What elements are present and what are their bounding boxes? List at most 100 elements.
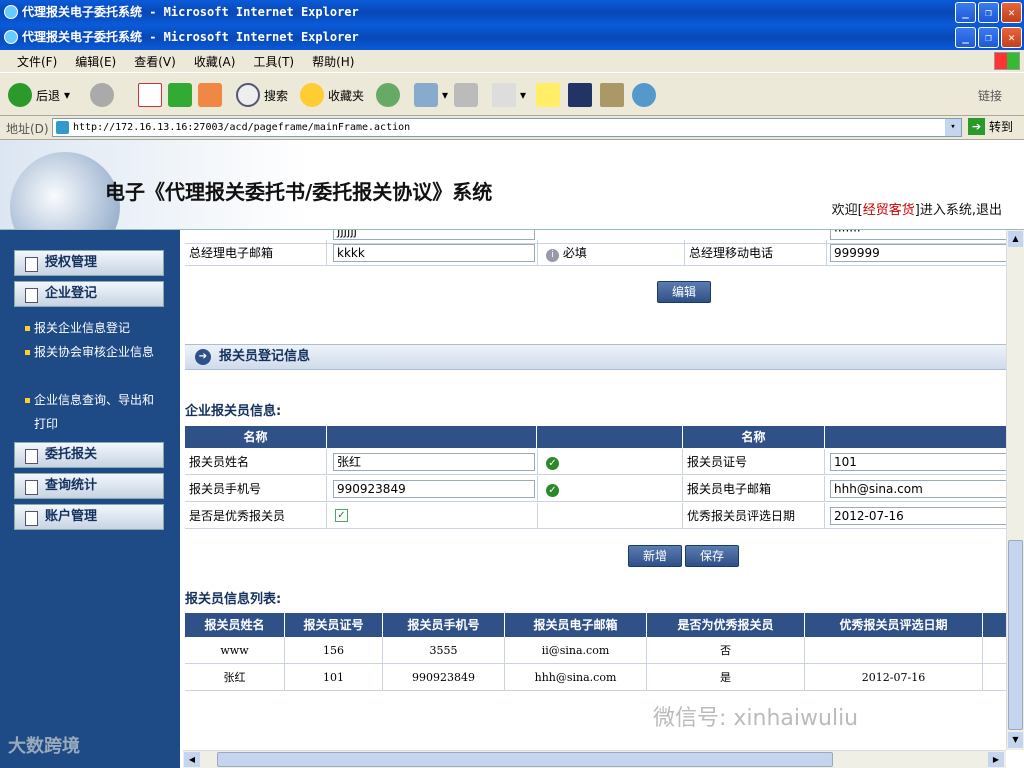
scroll-down-icon[interactable]: ▼ — [1008, 732, 1023, 748]
links-label[interactable]: 链接 — [978, 81, 1002, 109]
broker-cert-label: 报关员证号 — [683, 449, 825, 475]
scroll-right-icon[interactable]: ▶ — [988, 752, 1004, 767]
col-broker-mobile: 报关员手机号 — [383, 613, 505, 637]
menu-favorites[interactable]: 收藏(A) — [185, 53, 245, 70]
edit-page-icon — [492, 83, 516, 107]
restore-button[interactable]: ❐ — [978, 2, 999, 23]
app-header: 电子《代理报关委托书/委托报关协议》系统 欢迎[经贸客货]进入系统,退出 — [0, 140, 1024, 262]
partial-field-2[interactable]: ······· — [830, 230, 1006, 240]
partial-field[interactable]: jjjjjj — [333, 230, 535, 240]
horizontal-scroll-thumb[interactable] — [217, 752, 833, 767]
page-icon — [56, 121, 69, 134]
menu-edit[interactable]: 编辑(E) — [66, 53, 125, 70]
stop-icon — [138, 83, 162, 107]
gm-mobile-field[interactable]: 999999 — [830, 244, 1006, 262]
favorites-star-icon — [300, 83, 324, 107]
restore-button-inner[interactable]: ❐ — [978, 27, 999, 48]
home-button[interactable] — [198, 81, 222, 109]
close-button-inner[interactable]: ✕ — [1001, 27, 1022, 48]
stop-button[interactable] — [138, 81, 162, 109]
search-icon — [236, 83, 260, 107]
menu-view[interactable]: 查看(V) — [125, 53, 185, 70]
menu-file[interactable]: 文件(F) — [8, 53, 66, 70]
excellent-date-field[interactable]: 2012-07-16 — [830, 507, 1006, 525]
broker-name-field[interactable]: 张红 — [333, 453, 535, 471]
excellent-date-label: 优秀报关员评选日期 — [683, 503, 825, 529]
mail-button[interactable]: ▾ — [414, 81, 448, 109]
discuss-button[interactable] — [536, 81, 560, 109]
messenger-button[interactable] — [568, 81, 592, 109]
username: 经贸客货 — [862, 203, 915, 218]
go-button[interactable]: ➔ 转到 — [968, 118, 1013, 135]
sidebar-item-query-statistics[interactable]: 查询统计 — [14, 473, 164, 499]
welcome-text: 欢迎[经贸客货]进入系统,退出 — [831, 203, 1002, 218]
required-note: i 必填 — [537, 240, 685, 266]
sidebar-subitem-association-review[interactable]: 报关协会审核企业信息 — [25, 340, 164, 364]
menu-tools[interactable]: 工具(T) — [244, 53, 303, 70]
watermark-left: 大数跨境 — [8, 736, 80, 757]
gm-email-field[interactable]: kkkk — [333, 244, 535, 262]
table-row[interactable]: www 156 3555 ii@sina.com 否 — [185, 637, 1006, 664]
sidebar-item-entrusted-declaration[interactable]: 委托报关 — [14, 442, 164, 468]
broker-list-heading: 报关员信息列表: — [185, 592, 282, 607]
broker-mobile-field[interactable]: 990923849 — [333, 480, 535, 498]
section-arrow-icon: ➔ — [195, 349, 211, 365]
valid-check-icon: ✓ — [546, 484, 559, 497]
sidebar-item-enterprise-registration[interactable]: 企业登记 — [14, 281, 164, 307]
refresh-button[interactable] — [168, 81, 192, 109]
window-title: 代理报关电子委托系统 - Microsoft Internet Explorer — [22, 5, 359, 19]
print-button[interactable] — [454, 81, 478, 109]
address-input[interactable]: http://172.16.13.16:27003/acd/pageframe/… — [52, 118, 962, 137]
col-excellent-date: 优秀报关员评选日期 — [805, 613, 983, 637]
research-button[interactable] — [600, 81, 624, 109]
broker-form-heading: 企业报关员信息: — [185, 404, 282, 419]
sidebar-subitem-enterprise-info[interactable]: 报关企业信息登记 — [25, 316, 164, 340]
scroll-up-icon[interactable]: ▲ — [1008, 231, 1023, 247]
system-title: 电子《代理报关委托书/委托报关协议》系统 — [105, 180, 493, 204]
minimize-button-inner[interactable]: _ — [955, 27, 976, 48]
forward-button[interactable] — [90, 81, 114, 109]
edit-button[interactable]: 编辑 — [657, 281, 711, 303]
excellent-checkbox[interactable]: ✓ — [335, 509, 348, 522]
favorites-button[interactable]: 收藏夹 — [300, 81, 364, 109]
window-title-inner: 代理报关电子委托系统 - Microsoft Internet Explorer — [22, 30, 359, 44]
address-label: 地址(D) — [6, 122, 49, 136]
edit-button-browser[interactable]: ▾ — [492, 81, 526, 109]
add-button[interactable]: 新增 — [628, 545, 682, 567]
window-titlebar-inner: 代理报关电子委托系统 - Microsoft Internet Explorer… — [0, 25, 1024, 50]
history-icon — [376, 83, 400, 107]
scroll-left-icon[interactable]: ◀ — [184, 752, 200, 767]
contacts-button[interactable] — [632, 81, 656, 109]
logout-link[interactable]: 退出 — [976, 203, 1002, 218]
home-icon — [198, 83, 222, 107]
back-button[interactable]: 后退 ▾ — [8, 81, 70, 109]
sidebar-subitem-query-export[interactable]: 企业信息查询、导出和打印 — [25, 388, 164, 436]
sidebar-item-account-management[interactable]: 账户管理 — [14, 504, 164, 530]
excellent-label: 是否是优秀报关员 — [185, 503, 327, 529]
close-button[interactable]: ✕ — [1001, 2, 1022, 23]
vertical-scroll-thumb[interactable] — [1008, 540, 1023, 730]
horizontal-scrollbar[interactable]: ◀ ▶ — [183, 750, 1006, 768]
go-arrow-icon: ➔ — [968, 118, 985, 135]
sidebar-item-authorization[interactable]: 授权管理 — [14, 250, 164, 276]
section-header-broker: ➔ 报关员登记信息 — [185, 344, 1006, 370]
windows-logo-icon — [994, 52, 1020, 70]
broker-cert-field[interactable]: 101 — [830, 453, 1006, 471]
broker-email-field[interactable]: hhh@sina.com — [830, 480, 1006, 498]
valid-check-icon: ✓ — [546, 457, 559, 470]
minimize-button[interactable]: _ — [955, 2, 976, 23]
watermark-right: 微信号: xinhaiwuliu — [653, 706, 859, 731]
menu-help[interactable]: 帮助(H) — [303, 53, 363, 70]
ie-icon — [4, 5, 18, 19]
col-name-header: 名称 — [185, 426, 327, 448]
print-icon — [454, 83, 478, 107]
vertical-scrollbar[interactable]: ▲ ▼ — [1006, 230, 1024, 750]
ie-icon — [4, 30, 18, 44]
search-button[interactable]: 搜索 — [236, 81, 288, 109]
address-dropdown-icon[interactable]: ▾ — [945, 119, 961, 136]
history-button[interactable] — [376, 81, 400, 109]
table-row[interactable]: 张红 101 990923849 hhh@sina.com 是 2012-07-… — [185, 664, 1006, 691]
back-arrow-icon — [8, 83, 32, 107]
broker-list-header: 报关员姓名 报关员证号 报关员手机号 报关员电子邮箱 是否为优秀报关员 优秀报关… — [185, 613, 1006, 637]
save-button[interactable]: 保存 — [685, 545, 739, 567]
